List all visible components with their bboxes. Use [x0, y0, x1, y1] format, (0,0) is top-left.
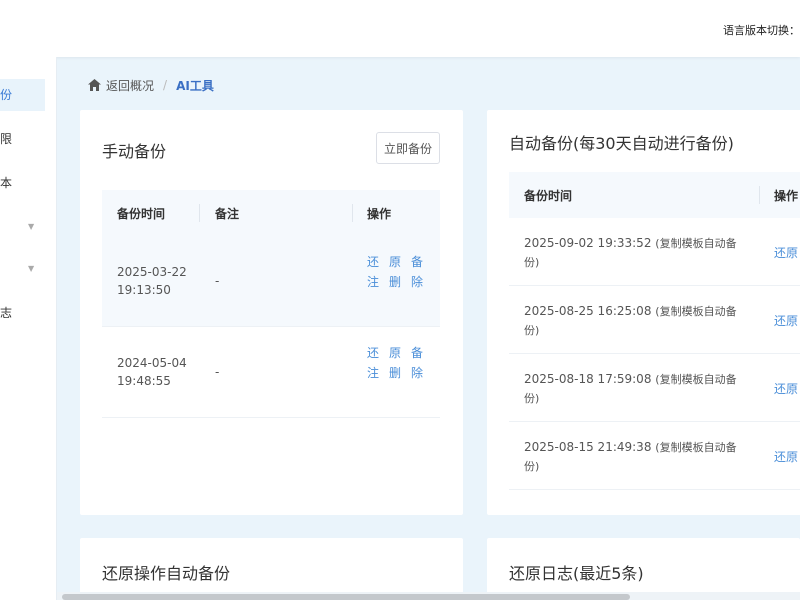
restore-link[interactable]: 还原	[367, 255, 411, 269]
table-row: 2025-08-25 16:25:08 (复制模板自动备份) 还原	[509, 286, 800, 354]
column-header: 备份时间	[117, 207, 166, 221]
sidebar: 份 限 本 ▼ ▼ 志	[0, 57, 57, 600]
manual-backup-table-header: 备份时间 备注 操作	[102, 190, 440, 236]
backup-now-button[interactable]: 立即备份	[376, 132, 440, 164]
backup-time: 2025-08-15 21:49:38	[524, 440, 652, 454]
column-divider	[199, 204, 200, 222]
table-row: 2025-09-02 19:33:52 (复制模板自动备份) 还原	[509, 218, 800, 286]
restore-link[interactable]: 还原	[774, 380, 798, 398]
top-header: 语言版本切换：	[0, 0, 800, 57]
delete-link[interactable]: 删除	[389, 366, 433, 380]
breadcrumb-current: AI工具	[176, 78, 214, 93]
column-divider	[759, 186, 760, 204]
restore-link[interactable]: 还原	[774, 244, 798, 262]
backup-time: 2025-09-02 19:33:52	[524, 236, 652, 250]
row-actions: 还原备注删除	[367, 252, 437, 292]
row-actions: 还原备注删除	[367, 343, 437, 383]
horizontal-scrollbar-thumb[interactable]	[62, 594, 630, 600]
restore-link[interactable]: 还原	[367, 346, 411, 360]
sidebar-item-label: 份	[0, 88, 13, 102]
restore-link[interactable]: 还原	[774, 312, 798, 330]
language-switch[interactable]: 语言版本切换：	[723, 22, 800, 38]
home-icon[interactable]	[88, 79, 101, 91]
chevron-down-icon: ▼	[28, 222, 35, 231]
table-row: 2024-05-04 19:48:55 - 还原备注删除	[102, 327, 440, 418]
column-header: 备份时间	[524, 189, 573, 203]
restore-log-card: 还原日志(最近5条)	[487, 538, 800, 600]
table-row: 2025-03-22 19:13:50 - 还原备注删除	[102, 236, 440, 327]
auto-backup-title: 自动备份(每30天自动进行备份)	[509, 134, 734, 153]
sidebar-item-version[interactable]: 本	[0, 167, 45, 199]
table-row: 2025-08-18 17:59:08 (复制模板自动备份) 还原	[509, 354, 800, 422]
sidebar-item-collapsed-2[interactable]: ▼	[0, 253, 45, 285]
sidebar-item-backup[interactable]: 份	[0, 79, 45, 111]
backup-time-remark: 2025-08-25 16:25:08 (复制模板自动备份)	[524, 302, 744, 340]
backup-time: 2024-05-04 19:48:55	[117, 356, 187, 388]
backup-time-remark: 2025-08-15 21:49:38 (复制模板自动备份)	[524, 438, 744, 476]
sidebar-item-log[interactable]: 志	[0, 297, 45, 329]
sidebar-item-label: 志	[0, 306, 13, 320]
delete-link[interactable]: 删除	[389, 275, 433, 289]
column-divider	[352, 204, 353, 222]
backup-time: 2025-03-22 19:13:50	[117, 265, 187, 297]
breadcrumb: 返回概况 / AI工具	[88, 76, 214, 94]
auto-backup-card: 自动备份(每30天自动进行备份) 备份时间 操作 2025-09-02 19:3…	[487, 110, 800, 515]
restore-auto-backup-card: 还原操作自动备份	[80, 538, 463, 600]
backup-time: 2025-08-18 17:59:08	[524, 372, 652, 386]
column-header: 操作	[367, 207, 392, 221]
sidebar-item-label: 本	[0, 176, 13, 190]
backup-time-remark: 2025-08-18 17:59:08 (复制模板自动备份)	[524, 370, 744, 408]
backup-time: 2025-08-25 16:25:08	[524, 304, 652, 318]
backup-time-remark: 2025-09-02 19:33:52 (复制模板自动备份)	[524, 234, 744, 272]
manual-backup-card: 手动备份 立即备份 备份时间 备注 操作 2025-03-22 19:13:50…	[80, 110, 463, 515]
backup-remark: -	[215, 274, 220, 288]
sidebar-item-label: 限	[0, 132, 13, 146]
sidebar-item-collapsed-1[interactable]: ▼	[0, 211, 45, 243]
sidebar-item-permissions[interactable]: 限	[0, 123, 45, 155]
table-row: 2025-08-15 21:49:38 (复制模板自动备份) 还原	[509, 422, 800, 490]
breadcrumb-back-link[interactable]: 返回概况	[106, 77, 154, 94]
restore-link[interactable]: 还原	[774, 448, 798, 466]
restore-auto-backup-title: 还原操作自动备份	[102, 564, 231, 583]
chevron-down-icon: ▼	[28, 264, 35, 273]
column-header: 操作	[774, 189, 799, 203]
column-header: 备注	[215, 207, 240, 221]
backup-remark: -	[215, 365, 220, 379]
auto-backup-table-header: 备份时间 操作	[509, 172, 800, 218]
manual-backup-title: 手动备份	[102, 142, 167, 161]
breadcrumb-separator: /	[163, 78, 168, 92]
restore-log-title: 还原日志(最近5条)	[509, 564, 644, 583]
